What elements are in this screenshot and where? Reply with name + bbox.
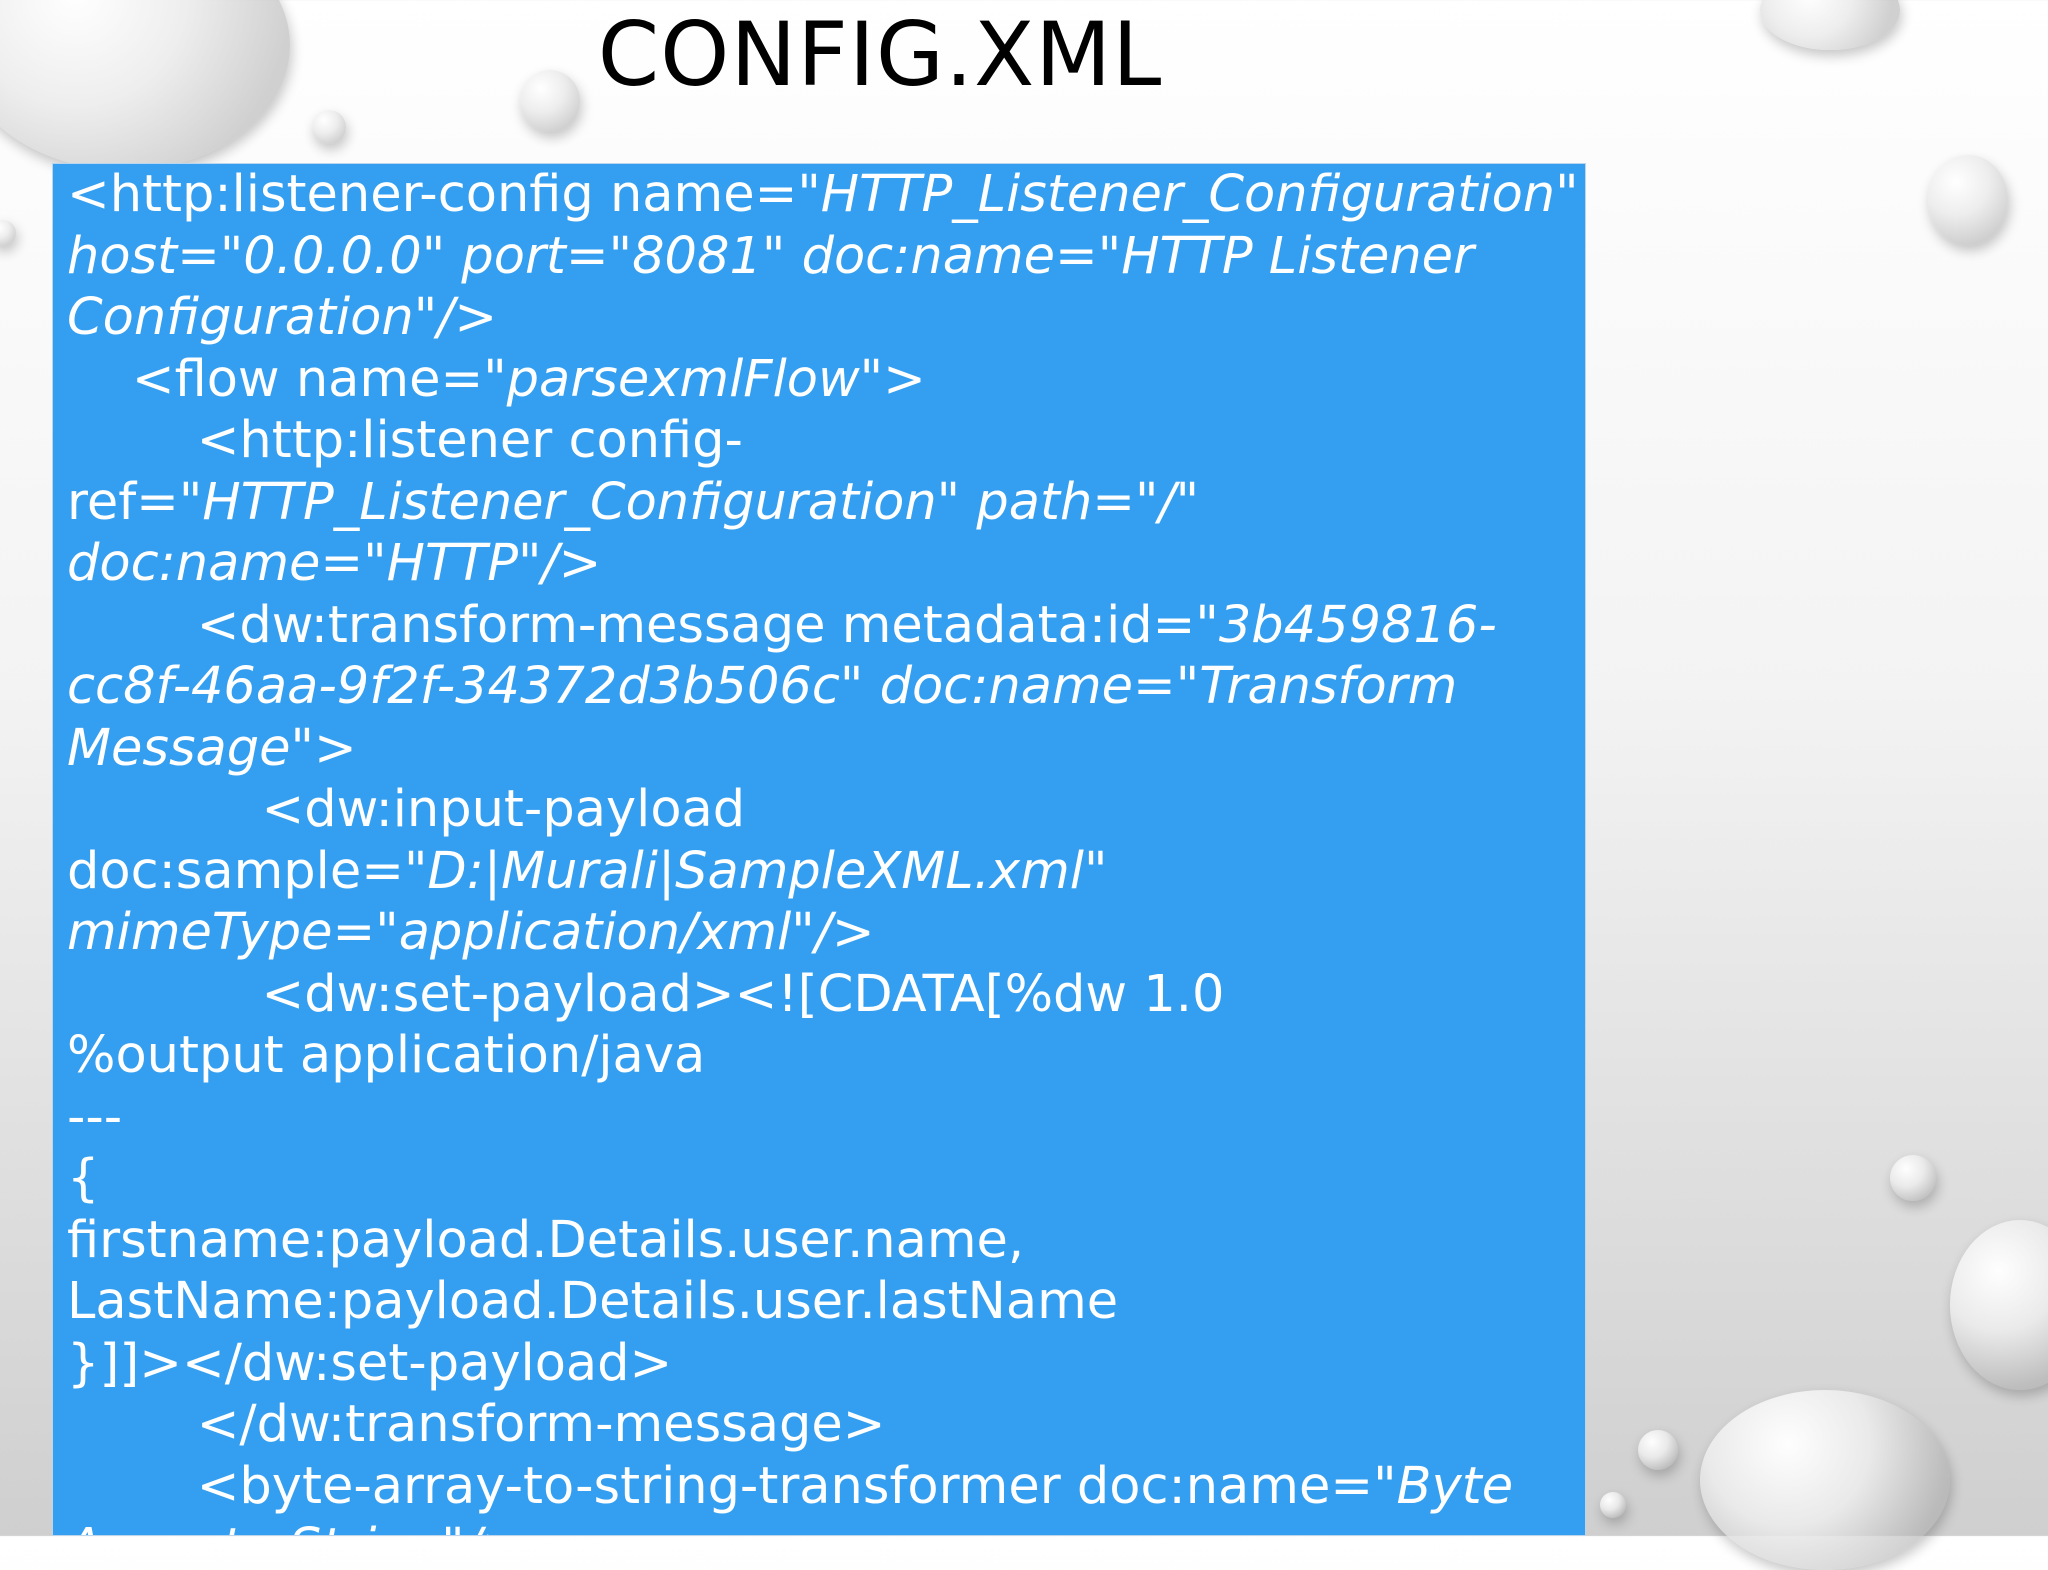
code-segment: "HTTP_Listener_Configuration" path="/" [178, 472, 1200, 532]
code-line: <dw:set-payload><![CDATA[%dw 1.0 [67, 964, 1585, 1026]
code-segment: </dw:transform-message> [67, 1395, 886, 1454]
code-block: <http:listener-config name="HTTP_Listene… [52, 163, 1586, 1536]
code-line: Configuration"/> [67, 287, 1585, 349]
water-drop [0, 220, 16, 246]
code-line: <flow name="parsexmlFlow"> [67, 349, 1585, 411]
code-line: mimeType="application/xml"/> [67, 902, 1585, 964]
code-line: <dw:transform-message metadata:id="3b459… [67, 595, 1585, 657]
code-line: <http:listener-config name="HTTP_Listene… [67, 164, 1585, 226]
code-segment: <dw:set-payload><![CDATA[%dw 1.0 [67, 964, 1225, 1024]
code-segment: <byte-array-to-string-transformer doc:na… [67, 1456, 1374, 1516]
code-segment: %output application/java [67, 1026, 706, 1085]
code-segment: firstname:payload.Details.user.name, [67, 1210, 1025, 1270]
code-line: doc:sample="D:|Murali|SampleXML.xml" [67, 841, 1585, 903]
code-segment: "HTTP_Listener_Configuration" [797, 165, 1579, 224]
code-segment: "parsexmlFlow" [483, 349, 884, 409]
water-drop [0, 0, 290, 170]
code-segment: "3b459816- [1195, 595, 1497, 655]
water-drop [1760, 0, 1900, 50]
code-segment: doc:name="HTTP"/> [67, 534, 602, 593]
code-segment: <http:listener-config name= [67, 165, 798, 224]
code-segment: host="0.0.0.0" port="8081" doc:name="HTT… [67, 226, 1475, 286]
code-segment: LastName:payload.Details.user.lastName [67, 1272, 1119, 1331]
code-segment: "D:|Murali|SampleXML.xml" [403, 841, 1108, 901]
code-segment: Array to String"/> [67, 1518, 524, 1535]
code-line: --- [67, 1087, 1585, 1149]
code-line: cc8f-46aa-9f2f-34372d3b506c" doc:name="T… [67, 656, 1585, 718]
code-line: </dw:transform-message> [67, 1394, 1585, 1456]
code-segment: --- [67, 1087, 123, 1147]
code-segment: "Byte [1373, 1456, 1514, 1516]
code-line: <byte-array-to-string-transformer doc:na… [67, 1456, 1585, 1518]
code-segment: <http:listener config- [67, 411, 743, 470]
code-line: %output application/java [67, 1025, 1585, 1087]
code-segment: doc:sample= [67, 841, 404, 901]
code-segment: }]]></dw:set-payload> [67, 1333, 673, 1393]
code-segment: Message"> [67, 718, 357, 778]
code-line: firstname:payload.Details.user.name, [67, 1210, 1585, 1272]
water-drop [312, 110, 346, 144]
code-line: ref="HTTP_Listener_Configuration" path="… [67, 472, 1585, 534]
code-line: Array to String"/> [67, 1517, 1585, 1535]
code-line: }]]></dw:set-payload> [67, 1333, 1585, 1395]
slide-title: CONFIG.XML [597, 3, 1163, 106]
code-segment: <dw:input-payload [67, 780, 746, 839]
code-segment: mimeType="application/xml"/> [67, 903, 875, 962]
water-drop [1950, 1220, 2048, 1390]
water-drop [1638, 1430, 1678, 1470]
code-line: host="0.0.0.0" port="8081" doc:name="HTT… [67, 226, 1585, 288]
code-segment: <dw:transform-message metadata:id= [67, 595, 1196, 655]
code-line: { [67, 1148, 1585, 1210]
code-line: Message"> [67, 718, 1585, 780]
water-drop [1890, 1155, 1936, 1201]
code-segment: > [883, 349, 926, 409]
code-segment: cc8f-46aa-9f2f-34372d3b506c" doc:name="T… [67, 657, 1458, 716]
code-line: doc:name="HTTP"/> [67, 533, 1585, 595]
water-drop [1600, 1492, 1626, 1518]
code-line: <http:listener config- [67, 410, 1585, 472]
code-segment: Configuration"/> [67, 288, 498, 347]
code-lines: <http:listener-config name="HTTP_Listene… [67, 164, 1585, 1535]
code-segment: <flow name= [67, 349, 484, 409]
water-drop [1928, 155, 2008, 245]
code-line: <dw:input-payload [67, 779, 1585, 841]
code-line: LastName:payload.Details.user.lastName [67, 1271, 1585, 1333]
code-segment: ref= [67, 472, 179, 532]
water-drop [1700, 1390, 1950, 1570]
code-segment: { [67, 1149, 100, 1208]
